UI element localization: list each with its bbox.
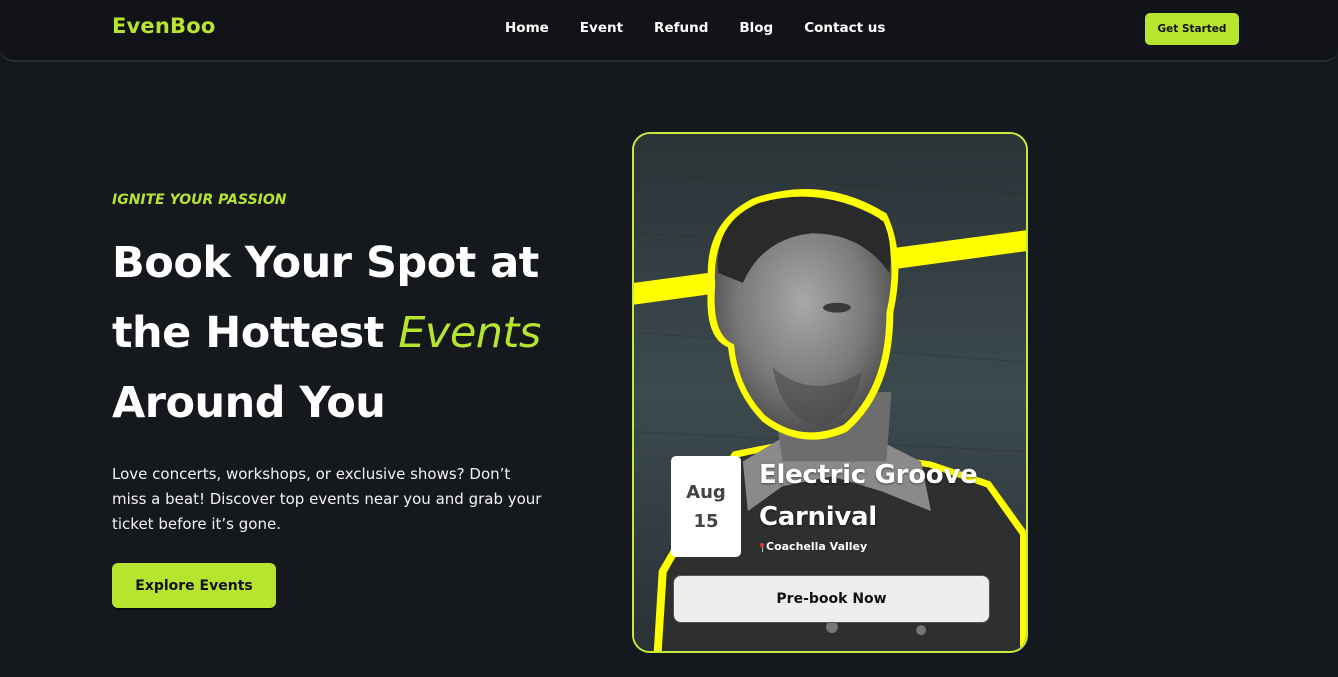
hero-eyebrow: IGNITE YOUR PASSION bbox=[112, 192, 287, 208]
headline-accent-word: Events bbox=[398, 308, 541, 358]
nav-refund[interactable]: Refund bbox=[654, 20, 708, 36]
hero-description: Love concerts, workshops, or exclusive s… bbox=[112, 465, 542, 533]
event-location: Coachella Valley bbox=[760, 540, 867, 553]
main-nav: Home Event Refund Blog Contact us bbox=[505, 20, 916, 36]
headline-line-2: the Hottest Events bbox=[112, 298, 582, 368]
nav-contact-us[interactable]: Contact us bbox=[804, 20, 885, 36]
event-day: 15 bbox=[693, 510, 719, 532]
event-title: Electric Groove Carnival bbox=[759, 460, 978, 532]
event-date-badge: Aug 15 bbox=[671, 456, 741, 557]
headline-line-2-prefix: the Hottest bbox=[112, 308, 399, 358]
event-card[interactable]: Aug 15 Electric Groove Carnival Coachell… bbox=[632, 132, 1028, 653]
pre-book-button[interactable]: Pre-book Now bbox=[673, 575, 990, 623]
get-started-button[interactable]: Get Started bbox=[1145, 13, 1239, 45]
headline-line-3: Around You bbox=[112, 378, 386, 428]
event-photo bbox=[634, 134, 1026, 651]
nav-blog[interactable]: Blog bbox=[739, 20, 773, 36]
explore-events-button[interactable]: Explore Events bbox=[112, 563, 276, 608]
event-month: Aug bbox=[686, 481, 726, 503]
headline-line-1: Book Your Spot at bbox=[112, 238, 539, 288]
event-location-text: Coachella Valley bbox=[766, 540, 868, 553]
nav-home[interactable]: Home bbox=[505, 20, 549, 36]
map-pin-icon bbox=[760, 542, 764, 552]
site-header: EvenBoo Home Event Refund Blog Contact u… bbox=[0, 0, 1338, 62]
logo[interactable]: EvenBoo bbox=[112, 14, 216, 38]
nav-event[interactable]: Event bbox=[580, 20, 623, 36]
hero-headline: Book Your Spot at the Hottest Events Aro… bbox=[112, 228, 582, 438]
